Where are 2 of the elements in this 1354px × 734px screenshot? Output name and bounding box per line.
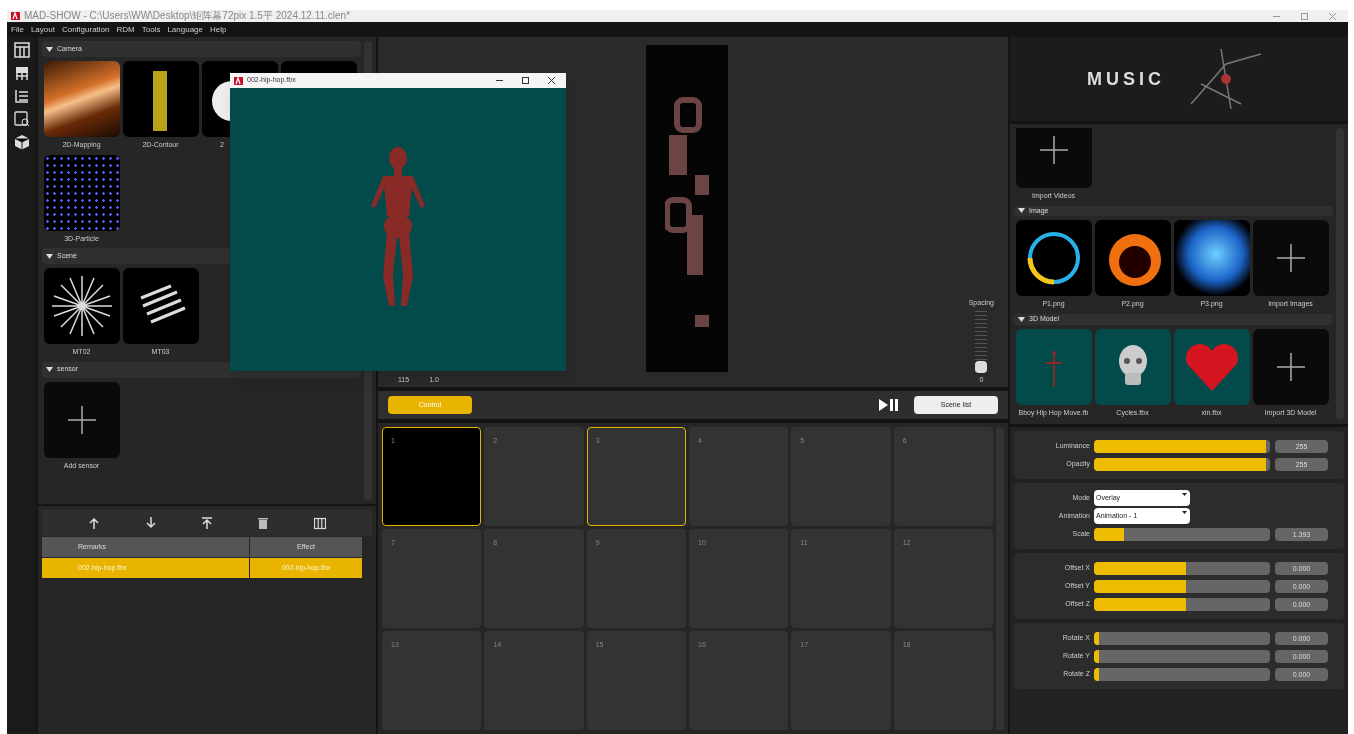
window-title: MAD-SHOW - C:\Users\WW\Desktop\矩阵幕72pix 1.5平 2024.12.11.clen* — [24, 11, 351, 21]
banner-logo: MUSIC — [1087, 67, 1165, 91]
